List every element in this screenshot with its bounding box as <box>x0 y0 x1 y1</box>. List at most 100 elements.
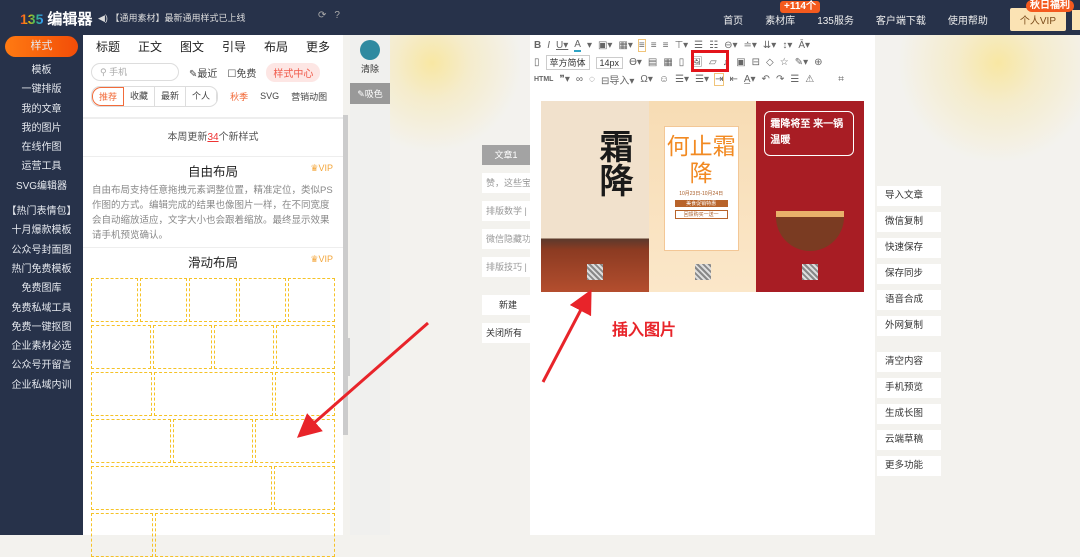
user-button[interactable] <box>1072 9 1080 30</box>
sidebar-item[interactable]: 热门免费模板 <box>0 260 83 279</box>
table-icon[interactable]: ▦▾ <box>618 40 632 51</box>
filter-tab[interactable]: 收藏 <box>124 86 156 106</box>
style-card-free-layout[interactable]: 自由布局 ♛VIP 自由布局支持任意拖拽元素调整位置，精准定位，类似PS作图的方… <box>83 157 343 248</box>
layout-grid-preview[interactable] <box>83 278 343 557</box>
select-all-icon[interactable]: ☰ <box>790 74 799 85</box>
sidebar-item[interactable]: 【热门表情包】 <box>0 202 83 221</box>
panel-scrollbar[interactable] <box>343 115 348 435</box>
quote-icon[interactable]: ❞▾ <box>559 74 569 85</box>
nav-assets[interactable]: 素材库 <box>765 12 795 27</box>
grid-icon[interactable]: ▦ <box>663 57 672 68</box>
action-button[interactable]: 清空内容 <box>877 352 941 372</box>
letter-spacing-icon[interactable]: A̲▾ <box>744 74 756 85</box>
sidebar-item[interactable]: 十月爆款模板 <box>0 221 83 240</box>
search-input[interactable]: ⚲ 手机 <box>91 63 179 81</box>
close-all-button[interactable]: 关闭所有 <box>482 323 530 343</box>
action-button[interactable]: 快速保存 <box>877 238 941 258</box>
panel-tab[interactable]: 图文 <box>180 35 204 59</box>
line-height-icon[interactable]: ↕▾ <box>782 40 792 51</box>
panel-tab[interactable]: 正文 <box>138 35 162 59</box>
sidebar-item[interactable]: 企业素材必选 <box>0 337 83 356</box>
outdent-icon[interactable]: ⇤ <box>729 74 737 85</box>
sidebar-item[interactable]: 企业私域内训 <box>0 376 83 395</box>
text-style-icon[interactable]: Ā▾ <box>798 40 810 51</box>
action-button[interactable]: 语音合成 <box>877 290 941 310</box>
article-tab[interactable]: 赞，这些宝 <box>482 173 530 193</box>
article-tab[interactable]: 排版技巧 | <box>482 257 530 277</box>
sidebar-item[interactable]: 公众号封面图 <box>0 241 83 260</box>
help-icon[interactable]: ? <box>334 10 340 21</box>
action-button[interactable]: 保存同步 <box>877 264 941 284</box>
action-button[interactable]: 微信复制 <box>877 212 941 232</box>
bold-icon[interactable]: B <box>534 40 541 51</box>
attach-icon[interactable]: ▯ <box>679 57 685 68</box>
font-size-select[interactable]: 14px <box>595 56 624 69</box>
nav-download[interactable]: 客户端下载 <box>876 12 926 27</box>
action-button[interactable]: 更多功能 <box>877 456 941 476</box>
stamp-icon[interactable]: ⚠ <box>805 74 814 85</box>
update-count[interactable]: 34 <box>207 132 218 143</box>
refresh-icon[interactable]: ⟳ <box>318 10 326 21</box>
style-card-scroll-layout[interactable]: 滑动布局 ♛VIP <box>83 248 343 278</box>
tag-svg[interactable]: SVG <box>260 91 279 101</box>
sidebar-item[interactable]: 免费私域工具 <box>0 299 83 318</box>
action-button[interactable]: 外网复制 <box>877 316 941 336</box>
panel-tab[interactable]: 更多 <box>306 35 330 59</box>
strikethrough-icon[interactable]: Ө▾ <box>629 57 642 68</box>
eyedropper-button[interactable]: ✎吸色 <box>350 83 390 104</box>
bg-color-icon[interactable]: ▣▾ <box>598 40 612 51</box>
italic-icon[interactable]: I <box>547 40 550 51</box>
list-style-icon[interactable]: ☰▾ <box>675 74 689 85</box>
nav-home[interactable]: 首页 <box>723 12 743 27</box>
sidebar-item[interactable]: 公众号开留言 <box>0 356 83 375</box>
panel-tab[interactable]: 标题 <box>96 35 120 59</box>
sidebar-item[interactable]: 在线作图 <box>0 138 83 157</box>
align-left-icon[interactable]: ≡ <box>637 39 646 52</box>
font-family-select[interactable]: 苹方简体 <box>545 55 590 70</box>
action-button[interactable]: 云端草稿 <box>877 430 941 450</box>
sidebar-item[interactable]: 我的文章 <box>0 100 83 119</box>
doc-icon[interactable]: ▯ <box>534 57 540 68</box>
zoom-icon[interactable]: ⊕ <box>814 57 822 68</box>
favorite-icon[interactable]: ☆ <box>780 57 789 68</box>
notice[interactable]: ◀) 【通用素材】最新通用样式已上线 <box>98 11 245 24</box>
align-center-icon[interactable]: ≡ <box>651 40 657 51</box>
spacing-icon[interactable]: ≐▾ <box>744 40 757 51</box>
sidebar-item[interactable]: 我的图片 <box>0 119 83 138</box>
filter-tab[interactable]: 推荐 <box>92 86 125 106</box>
sidebar-item[interactable]: 一键排版 <box>0 80 83 99</box>
nav-service[interactable]: 135服务 <box>817 12 854 27</box>
color-swatch[interactable] <box>360 40 380 60</box>
sidebar-item[interactable]: 样式 <box>5 36 78 57</box>
action-button[interactable]: 手机预览 <box>877 378 941 398</box>
columns-icon[interactable]: ▤ <box>648 57 657 68</box>
recent-button[interactable]: ✎最近 <box>189 65 217 80</box>
sidebar-item[interactable]: 运营工具 <box>0 157 83 176</box>
article-tab[interactable]: 微信隐藏功 <box>482 229 530 249</box>
article-tab[interactable]: 排版数学 | <box>482 201 530 221</box>
unlink-icon[interactable]: ◌ <box>589 74 595 85</box>
template-icon[interactable]: ⊟ <box>752 57 760 68</box>
align-right-icon[interactable]: ≡ <box>663 40 669 51</box>
valign-icon[interactable]: ⊤▾ <box>674 40 688 51</box>
font-color-icon[interactable]: A <box>574 39 581 52</box>
emoji-icon[interactable]: ☺ <box>659 74 669 85</box>
style-center-button[interactable]: 样式中心 <box>266 62 321 82</box>
action-button[interactable]: 生成长图 <box>877 404 941 424</box>
link-icon[interactable]: ∞ <box>576 74 583 85</box>
tag-autumn[interactable]: 秋季 <box>230 90 248 103</box>
inserted-image[interactable]: 霜降 何止霜降 10月23日-10月24日 美食促销特惠 回馈购买一送一 霜降将至 来… <box>541 101 865 292</box>
action-button[interactable]: 导入文章 <box>877 186 941 206</box>
nav-help[interactable]: 使用帮助 <box>948 12 988 27</box>
sidebar-item[interactable]: SVG编辑器 <box>0 177 83 196</box>
first-indent-icon[interactable]: ⇥ <box>714 73 725 86</box>
video-icon[interactable]: ▣ <box>736 57 745 68</box>
sidebar-item[interactable]: 免费一键抠图 <box>0 318 83 337</box>
omega-icon[interactable]: Ω▾ <box>640 74 653 85</box>
undo-icon[interactable]: ↶ <box>762 74 770 85</box>
panel-tab[interactable]: 布局 <box>264 35 288 59</box>
redo-icon[interactable]: ↷ <box>776 74 784 85</box>
sidebar-item[interactable]: 免费图库 <box>0 279 83 298</box>
eraser-icon[interactable]: ◇ <box>766 57 774 68</box>
align-icon[interactable]: ☰▾ <box>695 74 709 85</box>
